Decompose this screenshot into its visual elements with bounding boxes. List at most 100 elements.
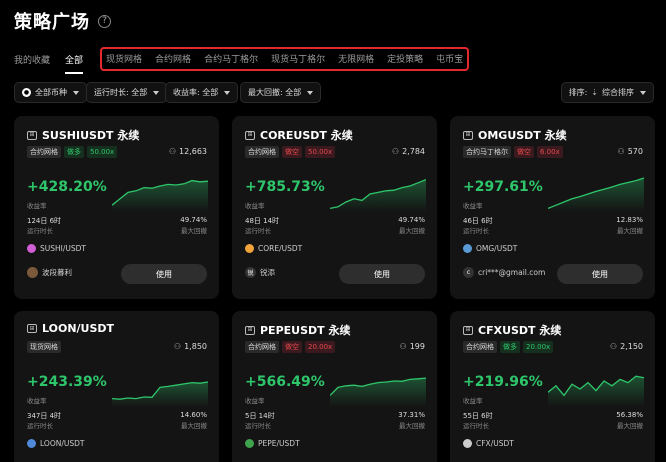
card-title-row: ⊞ PEPEUSDT 永续 [245,322,350,338]
strategy-icon: ⊞ [27,130,37,140]
avatar [27,267,38,278]
card-title: LOON/USDT [42,322,115,335]
tab-all[interactable]: 全部 [65,53,84,74]
drawdown-label: 最大回撤 [399,227,425,235]
tab-infinity-grid[interactable]: 无限网格 [338,52,374,65]
sort-dropdown[interactable]: 排序: ⇣ 综合排序 [560,82,654,103]
direction-badge: 做多 [500,341,520,353]
coin-icon: ● [22,88,31,97]
users-icon: ⚇ [173,342,182,351]
return-sparkline [548,375,644,407]
caret-down-icon [307,90,314,95]
strategy-card[interactable]: ⊞ PEPEUSDT 永续 合约网格 做空 20.00x ⚇ 199 +566.… [232,311,437,462]
strategy-type-badge: 合约网格 [245,146,279,158]
runtime-filter-dropdown[interactable]: 运行时长: 全部 [86,82,168,103]
strategy-card[interactable]: ⊞ SUSHIUSDT 永续 合约网格 做多 50.00x ⚇ 12,663 +… [14,116,219,299]
tab-spot-martingale[interactable]: 现货马丁格尔 [271,52,325,65]
title-row: 策略广场 ? [14,8,111,34]
strategy-icon: ⊞ [245,325,255,335]
coin-icon [27,439,36,448]
return-value: +297.61% [463,179,543,195]
strategy-card[interactable]: ⊞ LOON/USDT 现货网格 ⚇ 1,850 +243.39% 收益率 34… [14,311,219,462]
drawdown-value: 12.83% [616,216,643,224]
leverage-badge: 6.00x [537,146,563,158]
strategy-icon: ⊞ [463,130,473,140]
user-count: ⚇ 12,663 [169,147,207,156]
use-button[interactable]: 使用 [121,264,207,284]
creator-name: 波段暮利 [42,268,72,277]
card-title: PEPEUSDT 永续 [260,324,351,337]
strategy-type-badge: 合约马丁格尔 [463,146,511,158]
tab-futures-grid[interactable]: 合约网格 [155,52,191,65]
tab-my-favorites[interactable]: 我的收藏 [14,53,50,66]
card-title-row: ⊞ OMGUSDT 永续 [463,127,567,143]
user-count-value: 2,784 [402,147,425,156]
sort-label: 排序: [568,88,588,97]
return-value: +219.96% [463,374,543,390]
coin-icon [245,439,254,448]
coin-filter-dropdown[interactable]: ● 全部币种 [14,82,87,103]
tab-coin-hoard[interactable]: 屯币宝 [436,52,463,65]
user-count-value: 2,150 [620,342,643,351]
coin-filter-label: 全部币种 [35,88,67,97]
return-label: 收益率 [463,202,483,210]
return-sparkline [112,179,208,212]
trading-pair-label: SUSHI/USDT [40,244,86,253]
return-label: 收益率 [463,397,483,405]
user-count: ⚇ 570 [618,147,643,156]
trading-pair-label: LOON/USDT [40,439,85,448]
card-title-row: ⊞ COREUSDT 永续 [245,127,353,143]
caret-down-icon [153,90,160,95]
drawdown-value: 49.74% [180,216,207,224]
user-count-value: 12,663 [179,147,207,156]
trading-pair: SUSHI/USDT [27,244,86,253]
users-icon: ⚇ [617,147,625,156]
sparkline-area [112,382,208,407]
user-count-value: 570 [627,147,643,156]
creator: 锐 锐添 [245,267,275,278]
drawdown-filter-dropdown[interactable]: 最大回撤: 全部 [240,82,322,103]
runtime-label: 运行时长 [463,422,489,430]
use-button[interactable]: 使用 [339,264,425,284]
creator: c cri***@gmail.com [463,267,545,278]
return-value: +428.20% [27,179,107,195]
user-count-value: 1,850 [184,342,207,351]
sparkline-area [112,180,208,212]
runtime-label: 运行时长 [245,227,271,235]
return-filter-dropdown[interactable]: 收益率: 全部 [165,82,239,103]
direction-badge: 做空 [282,341,302,353]
runtime-label: 运行时长 [27,227,53,235]
trading-pair: PEPE/USDT [245,439,300,448]
users-icon: ⚇ [168,147,176,156]
strategy-card[interactable]: ⊞ CFXUSDT 永续 合约网格 做多 20.00x ⚇ 2,150 +219… [450,311,655,462]
user-count: ⚇ 1,850 [174,342,207,351]
return-sparkline [330,178,426,212]
return-value: +243.39% [27,374,107,390]
trading-pair: LOON/USDT [27,439,84,448]
tab-spot-grid[interactable]: 现货网格 [106,52,142,65]
card-title: CFXUSDT 永续 [478,324,562,337]
sparkline-area [548,178,644,212]
tab-futures-martingale[interactable]: 合约马丁格尔 [204,52,258,65]
strategy-card[interactable]: ⊞ OMGUSDT 永续 合约马丁格尔 做空 6.00x ⚇ 570 +297.… [450,116,655,299]
strategy-icon: ⊞ [27,324,37,333]
trading-pair-label: OMG/USDT [476,244,518,253]
help-icon[interactable]: ? [98,14,111,28]
runtime-label: 运行时长 [245,422,271,430]
strategy-type-badge: 合约网格 [245,341,279,353]
user-count: ⚇ 199 [400,342,425,351]
card-badges: 合约网格 做多 50.00x [27,146,118,158]
strategy-type-badge: 合约网格 [27,146,61,158]
tab-recurring-buy[interactable]: 定投策略 [387,52,423,65]
avatar: 锐 [245,267,256,278]
use-button[interactable]: 使用 [557,264,643,284]
filter-bar: ● 全部币种 运行时长: 全部 收益率: 全部 最大回撤: 全部 排序: ⇣ 综… [14,82,654,104]
runtime-label: 运行时长 [27,422,53,430]
card-title: SUSHIUSDT 永续 [42,129,140,142]
strategy-icon: ⊞ [463,325,473,335]
trading-pair: CORE/USDT [245,244,302,253]
user-count: ⚇ 2,150 [610,342,643,351]
card-title-row: ⊞ CFXUSDT 永续 [463,322,561,338]
strategy-card[interactable]: ⊞ COREUSDT 永续 合约网格 做空 50.00x ⚇ 2,784 +78… [232,116,437,299]
user-count-value: 199 [409,342,425,351]
